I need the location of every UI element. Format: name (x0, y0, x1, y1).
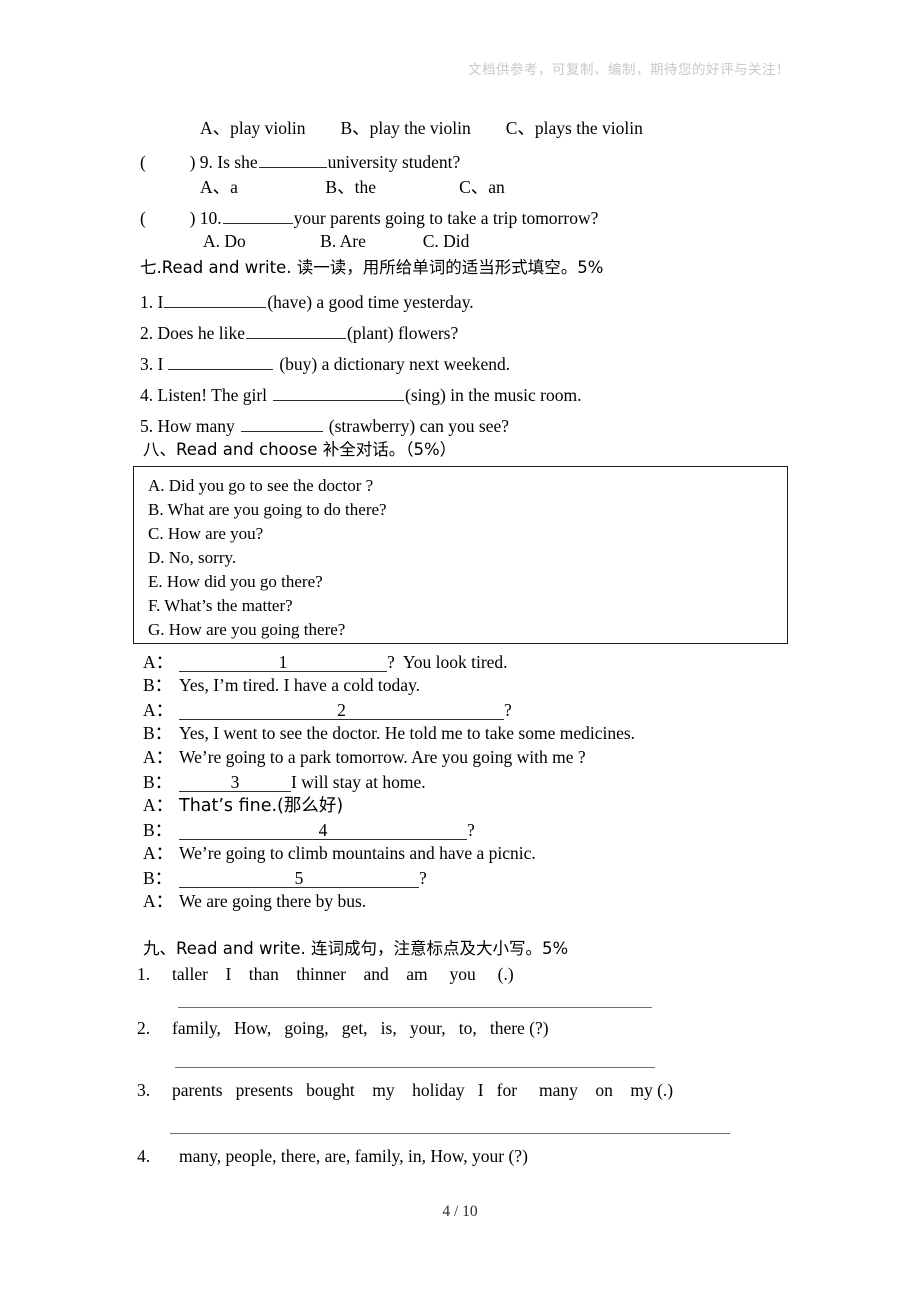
dialogue-text: We’re going to a park tomorrow. Are you … (179, 747, 586, 767)
exam-page: 文档供参考，可复制、编制，期待您的好评与关注！ A、play violin B、… (0, 0, 920, 1302)
item-5-tail: (strawberry) can you see? (328, 415, 510, 436)
q10-suffix: your parents going to take a trip tomorr… (293, 207, 599, 228)
dialogue-line-7: A： That’s fine.(那么好) (143, 795, 344, 816)
q8-options: A、play violin B、play the violin C、plays … (200, 118, 643, 138)
item-1-blank[interactable] (164, 290, 267, 308)
section-seven-heading: 七.Read and write. 读一读，用所给单词的适当形式填空。5% (140, 258, 604, 277)
section-seven-item-1: 1. I (have) a good time yesterday. (140, 290, 474, 311)
choice-option-a[interactable]: A. Did you go to see the doctor ? (148, 477, 373, 494)
dialogue-line-9: A： We’re going to climb mountains and hav… (143, 843, 536, 863)
item-5-stem: 5. How many (140, 415, 235, 436)
dialogue-line-5: A： We’re going to a park tomorrow. Are yo… (143, 747, 586, 767)
item-2-blank[interactable] (245, 321, 346, 339)
answer-rule-1[interactable] (178, 1007, 652, 1008)
item-words: many, people, there, are, family, in, Ho… (179, 1146, 528, 1166)
section-nine-item-1: 1. taller I than thinner and am you (.) (137, 964, 514, 984)
dialogue-tail: ? You look tired. (387, 652, 508, 672)
q10-prefix: ( ) 10. (140, 207, 222, 228)
dialogue-tail: I will stay at home. (291, 772, 426, 792)
dialogue-line-10: B： 5? (143, 868, 427, 889)
item-number: 1. (137, 964, 151, 984)
section-seven-item-5: 5. How many (strawberry) can you see? (140, 414, 509, 435)
section-nine-item-4: 4. many, people, there, are, family, in, … (137, 1146, 528, 1166)
dialogue-speaker: B： (143, 868, 173, 888)
choice-option-b[interactable]: B. What are you going to do there? (148, 501, 387, 518)
dialogue-speaker: A： (143, 891, 174, 911)
dialogue-text: We are going there by bus. (179, 891, 367, 911)
q9-answer-blank[interactable] (258, 150, 327, 168)
dialogue-text: Yes, I’m tired. I have a cold today. (179, 675, 421, 695)
section-seven-item-4: 4. Listen! The girl (sing) in the music r… (140, 383, 581, 404)
dialogue-line-6: B： 3 I will stay at home. (143, 772, 426, 793)
item-words: family, How, going, get, is, your, to, t… (172, 1018, 549, 1038)
choice-option-e[interactable]: E. How did you go there? (148, 573, 323, 590)
dialogue-text: We’re going to climb mountains and have … (179, 843, 536, 863)
item-5-blank[interactable] (240, 414, 323, 432)
item-2-stem: 2. Does he like (140, 322, 245, 343)
dialogue-line-8: B： 4? (143, 820, 475, 841)
item-3-blank[interactable] (168, 352, 274, 370)
item-2-tail: (plant) flowers? (346, 322, 459, 343)
dialogue-speaker: A： (143, 747, 174, 767)
choice-option-box: A. Did you go to see the doctor ? B. Wha… (133, 466, 788, 644)
dialogue-line-1: A： 1? You look tired. (143, 652, 508, 673)
section-nine-item-3: 3. parents presents bought my holiday I f… (137, 1080, 674, 1100)
dialogue-speaker: B： (143, 820, 173, 840)
dialogue-speaker: A： (143, 652, 174, 672)
q9-line: ( ) 9. Is she university student? (140, 150, 460, 171)
choice-option-d[interactable]: D. No, sorry. (148, 549, 236, 566)
item-4-blank[interactable] (273, 383, 405, 401)
item-3-tail: (buy) a dictionary next weekend. (279, 353, 511, 374)
q10-answer-blank[interactable] (222, 206, 293, 224)
dialogue-text: That’s fine.(那么好) (179, 796, 344, 816)
choice-option-c[interactable]: C. How are you? (148, 525, 263, 542)
dialogue-line-4: B： Yes, I went to see the doctor. He told… (143, 723, 636, 743)
item-3-stem: 3. I (140, 353, 164, 374)
item-number: 4. (137, 1146, 151, 1166)
answer-rule-3[interactable] (170, 1133, 730, 1134)
q9-suffix: university student? (327, 151, 461, 172)
dialogue-speaker: A： (143, 795, 174, 815)
dialogue-text: Yes, I went to see the doctor. He told m… (179, 723, 636, 743)
dialogue-speaker: B： (143, 723, 173, 743)
answer-rule-2[interactable] (175, 1067, 655, 1068)
section-eight-heading: 八、Read and choose 补全对话。（5%） (143, 440, 457, 459)
dialogue-blank-4[interactable]: 4 (179, 821, 467, 841)
dialogue-blank-5[interactable]: 5 (179, 869, 419, 889)
choice-option-g[interactable]: G. How are you going there? (148, 621, 345, 638)
section-seven-item-3: 3. I (buy) a dictionary next weekend. (140, 352, 510, 373)
watermark-text: 文档供参考，可复制、编制，期待您的好评与关注！ (468, 62, 790, 78)
item-4-tail: (sing) in the music room. (405, 384, 582, 405)
dialogue-tail: ? (467, 820, 475, 840)
dialogue-tail: ? (419, 868, 427, 888)
dialogue-speaker: A： (143, 700, 174, 720)
dialogue-blank-1[interactable]: 1 (179, 653, 387, 673)
dialogue-blank-3[interactable]: 3 (179, 773, 291, 793)
section-nine-item-2: 2. family, How, going, get, is, your, to,… (137, 1018, 549, 1038)
item-1-tail: (have) a good time yesterday. (267, 291, 474, 312)
q10-line: ( ) 10. your parents going to take a trip… (140, 206, 598, 227)
item-words: parents presents bought my holiday I for… (172, 1080, 674, 1100)
dialogue-speaker: A： (143, 843, 174, 863)
item-number: 3. (137, 1080, 151, 1100)
q10-options: A. Do B. Are C. Did (203, 231, 470, 251)
dialogue-line-3: A： 2? (143, 700, 512, 721)
item-number: 2. (137, 1018, 151, 1038)
dialogue-line-2: B： Yes, I’m tired. I have a cold today. (143, 675, 421, 695)
section-nine-heading: 九、Read and write. 连词成句，注意标点及大小写。5% (143, 939, 569, 958)
q9-prefix: ( ) 9. Is she (140, 151, 258, 172)
section-seven-item-2: 2. Does he like (plant) flowers? (140, 321, 458, 342)
q9-options: A、a B、the C、an (200, 177, 505, 197)
dialogue-tail: ? (504, 700, 512, 720)
item-words: taller I than thinner and am you (.) (172, 964, 514, 984)
dialogue-line-11: A： We are going there by bus. (143, 891, 367, 911)
item-1-stem: 1. I (140, 291, 164, 312)
dialogue-speaker: B： (143, 675, 173, 695)
dialogue-blank-2[interactable]: 2 (179, 701, 504, 721)
item-4-stem: 4. Listen! The girl (140, 384, 268, 405)
page-footer: 4 / 10 (442, 1203, 478, 1220)
choice-option-f[interactable]: F. What’s the matter? (148, 597, 293, 614)
dialogue-speaker: B： (143, 772, 173, 792)
